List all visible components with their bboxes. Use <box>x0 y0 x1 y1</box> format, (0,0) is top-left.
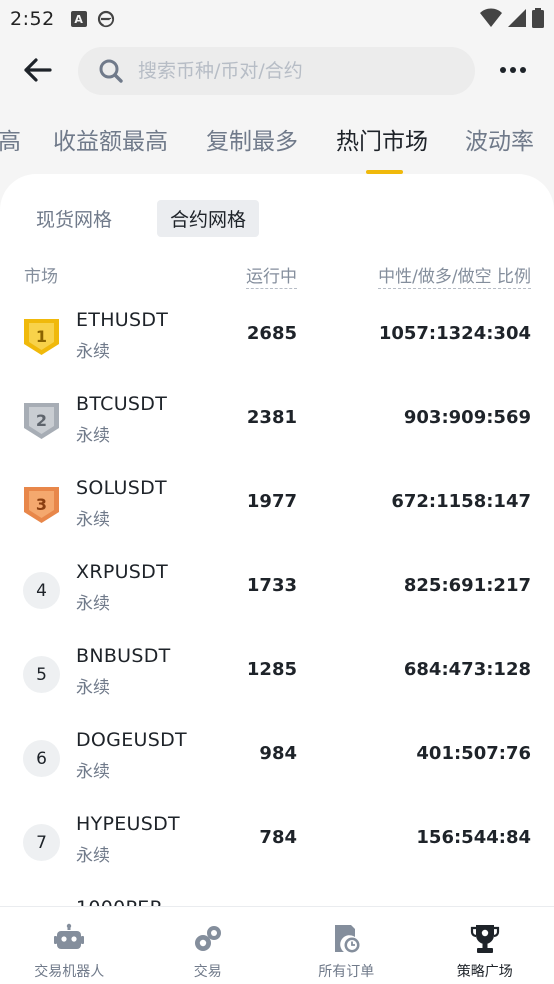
tab-spot-grid[interactable]: 现货网格 <box>23 200 125 237</box>
search-icon <box>99 59 123 83</box>
table-row[interactable]: 5 BNBUSDT 永续 1285 684:473:128 <box>0 642 554 726</box>
trade-icon <box>194 926 221 951</box>
a-notification-icon: A <box>70 11 87 27</box>
neutral-long-short-ratio: 825:691:217 <box>403 575 531 596</box>
wifi-icon <box>480 8 502 27</box>
table-row[interactable]: 6 DOGEUSDT 永续 984 401:507:76 <box>0 726 554 810</box>
table-row[interactable]: 7 HYPEUSDT 永续 784 156:544:84 <box>0 810 554 894</box>
tab-highest[interactable]: 高 <box>0 122 21 156</box>
rank-number: 2 <box>36 411 47 430</box>
tab-futures-grid[interactable]: 合约网格 <box>157 200 260 237</box>
column-header-ratio[interactable]: 中性/做多/做空 比例 <box>378 262 531 289</box>
table-row[interactable]: 1 ETHUSDT 永续 2685 1057:1324:304 <box>0 306 554 390</box>
running-count: 1285 <box>246 659 297 680</box>
bronze-medal-icon: 3 <box>24 487 59 523</box>
browser-notification-icon <box>97 10 114 28</box>
status-bar: 2:52 A <box>0 0 554 38</box>
nav-trade[interactable]: 交易 <box>139 907 278 984</box>
neutral-long-short-ratio: 1057:1324:304 <box>378 323 531 344</box>
column-header-running[interactable]: 运行中 <box>246 262 297 289</box>
nav-label: 策略广场 <box>456 964 513 980</box>
contract-type: 永续 <box>76 510 110 530</box>
nav-trading-bots[interactable]: 交易机器人 <box>0 907 139 984</box>
column-header-market: 市场 <box>24 267 58 287</box>
neutral-long-short-ratio: 903:909:569 <box>403 407 531 428</box>
table-row[interactable]: 3 SOLUSDT 永续 1977 672:1158:147 <box>0 474 554 558</box>
symbol-name: DOGEUSDT <box>76 729 187 751</box>
neutral-long-short-ratio: 684:473:128 <box>403 659 531 680</box>
trophy-icon <box>470 925 499 953</box>
contract-type: 永续 <box>76 426 110 446</box>
running-count: 2381 <box>246 407 297 428</box>
running-count: 1733 <box>246 575 297 596</box>
running-count: 984 <box>259 743 297 764</box>
symbol-name: SOLUSDT <box>76 477 167 499</box>
nav-all-orders[interactable]: 所有订单 <box>277 907 416 984</box>
symbol-name: BTCUSDT <box>76 393 168 415</box>
running-count: 784 <box>259 827 297 848</box>
tab-highest-profit[interactable]: 收益额最高 <box>53 122 168 156</box>
back-arrow-icon[interactable] <box>22 56 54 84</box>
table-row[interactable]: 4 XRPUSDT 永续 1733 825:691:217 <box>0 558 554 642</box>
contract-type: 永续 <box>76 846 110 866</box>
rank-number: 3 <box>36 495 47 514</box>
contract-type: 永续 <box>76 678 110 698</box>
category-tabs: 高 收益额最高 复制最多 热门市场 波动率 <box>0 118 554 178</box>
bottom-navigation: 交易机器人 交易 所有订单 策略广场 <box>0 906 554 984</box>
symbol-name: ETHUSDT <box>76 309 169 331</box>
nav-label: 所有订单 <box>318 964 375 980</box>
rank-number: 4 <box>23 572 60 609</box>
search-box[interactable] <box>78 47 475 95</box>
contract-type: 永续 <box>76 762 110 782</box>
market-list-card: 现货网格 合约网格 市场 运行中 中性/做多/做空 比例 1 ETHUSDT 永… <box>0 174 554 984</box>
status-time: 2:52 <box>10 8 55 30</box>
search-input[interactable] <box>138 60 438 82</box>
top-bar <box>0 44 554 98</box>
symbol-name: XRPUSDT <box>76 561 168 583</box>
contract-type: 永续 <box>76 594 110 614</box>
more-options-icon[interactable] <box>500 60 526 80</box>
rank-number: 6 <box>23 740 60 777</box>
neutral-long-short-ratio: 156:544:84 <box>416 827 531 848</box>
rank-number: 5 <box>23 656 60 693</box>
robot-icon <box>54 923 85 949</box>
tab-hot-markets[interactable]: 热门市场 <box>336 122 428 156</box>
neutral-long-short-ratio: 401:507:76 <box>416 743 531 764</box>
symbol-name: HYPEUSDT <box>76 813 180 835</box>
silver-medal-icon: 2 <box>24 403 59 439</box>
gold-medal-icon: 1 <box>24 319 59 355</box>
contract-type: 永续 <box>76 342 110 362</box>
signal-icon <box>508 9 526 27</box>
table-row[interactable]: 2 BTCUSDT 永续 2381 903:909:569 <box>0 390 554 474</box>
tab-volatility[interactable]: 波动率 <box>465 122 534 156</box>
rank-number: 1 <box>36 327 47 346</box>
battery-icon <box>532 8 544 28</box>
nav-label: 交易 <box>193 964 222 980</box>
nav-label: 交易机器人 <box>34 964 105 980</box>
tab-most-copied[interactable]: 复制最多 <box>206 122 298 156</box>
running-count: 1977 <box>246 491 297 512</box>
orders-icon <box>335 925 360 953</box>
nav-strategy-square[interactable]: 策略广场 <box>416 907 554 984</box>
neutral-long-short-ratio: 672:1158:147 <box>391 491 531 512</box>
symbol-name: BNBUSDT <box>76 645 171 667</box>
running-count: 2685 <box>246 323 297 344</box>
rank-number: 7 <box>23 824 60 861</box>
